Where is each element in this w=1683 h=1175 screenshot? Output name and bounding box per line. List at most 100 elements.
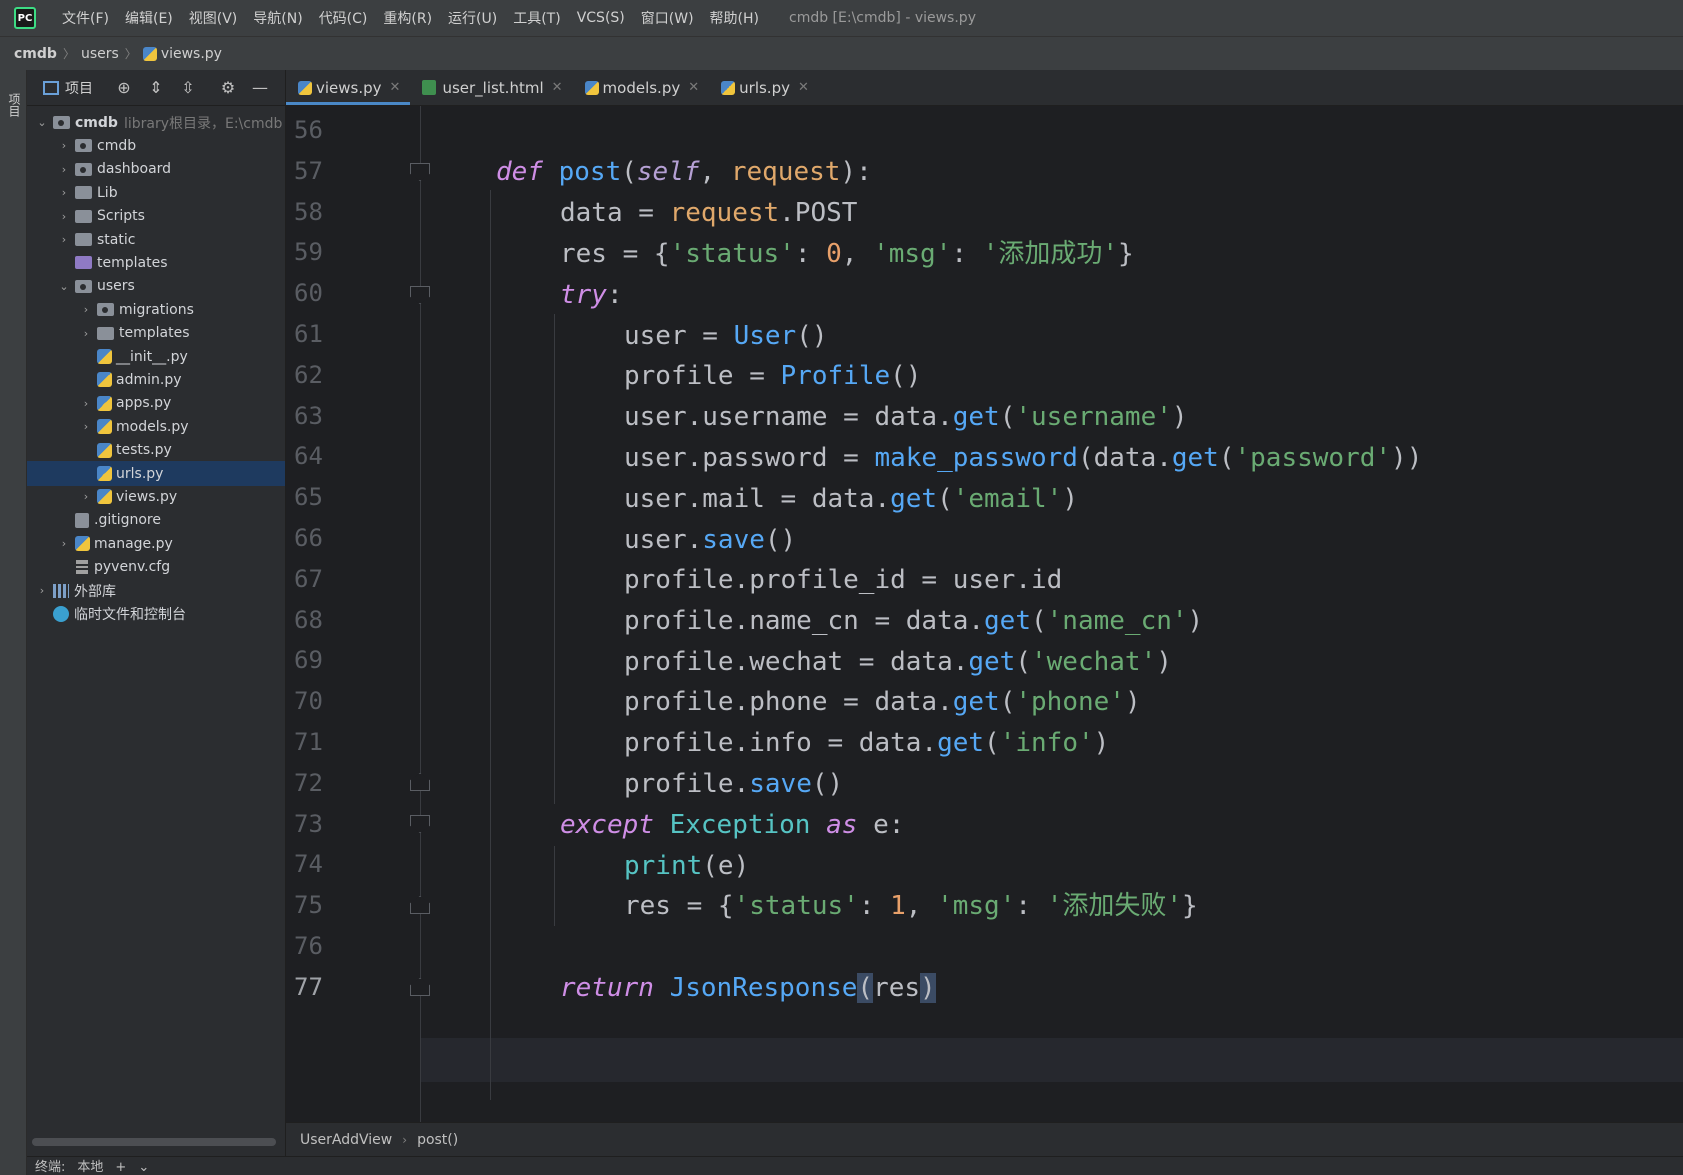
breadcrumb-file[interactable]: views.py (161, 46, 222, 62)
tab-models-py[interactable]: models.py ✕ (573, 70, 710, 105)
menu-code[interactable]: 代码(C) (311, 8, 376, 28)
chevron-right-icon[interactable]: › (57, 186, 71, 199)
python-file-icon (97, 466, 112, 481)
tree-item-label: pyvenv.cfg (94, 559, 171, 576)
line-number: 68 (294, 605, 323, 634)
minimize-icon[interactable]: — (251, 78, 269, 97)
folder-icon (75, 186, 92, 200)
pycharm-logo-icon[interactable]: PC (14, 7, 36, 29)
tree-item[interactable]: › templates (27, 321, 285, 346)
line-number: 73 (294, 809, 323, 838)
code-line-72: profile.save() (624, 769, 844, 799)
line-number: 74 (294, 850, 323, 879)
tree-item[interactable]: › manage.py (27, 531, 285, 556)
chevron-right-icon[interactable]: › (79, 490, 93, 503)
horizontal-scrollbar[interactable] (32, 1138, 276, 1146)
chevron-right-icon[interactable]: › (57, 163, 71, 176)
expand-all-icon[interactable]: ⇕ (147, 78, 165, 97)
chevron-right-icon[interactable]: › (35, 584, 49, 597)
crumb-class[interactable]: UserAddView (300, 1132, 392, 1148)
tree-item[interactable]: › apps.py (27, 391, 285, 416)
line-number: 71 (294, 728, 323, 756)
locate-icon[interactable]: ⊕ (115, 78, 133, 97)
close-icon[interactable]: ✕ (688, 80, 699, 95)
line-number: 66 (294, 524, 323, 552)
tree-item[interactable]: › static (27, 227, 285, 252)
chevron-right-icon[interactable]: › (57, 210, 71, 223)
menu-help[interactable]: 帮助(H) (702, 8, 767, 28)
chevron-right-icon[interactable]: › (57, 537, 71, 550)
line-number: 57 (294, 156, 323, 185)
tree-item[interactable]: › views.py (27, 484, 285, 509)
close-icon[interactable]: ✕ (798, 80, 809, 95)
tree-item-label: models.py (116, 418, 189, 435)
tree-item[interactable]: 临时文件和控制台 (27, 601, 285, 626)
chevron-down-icon[interactable]: ⌄ (57, 280, 71, 293)
breadcrumb-folder[interactable]: users (81, 46, 119, 62)
tree-item[interactable]: ⌄ cmdb library根目录，E:\cmdb (27, 110, 285, 135)
menu-view[interactable]: 视图(V) (181, 8, 246, 28)
tree-item[interactable]: › Lib (27, 180, 285, 205)
tree-item[interactable]: › cmdb (27, 133, 285, 158)
line-number: 67 (294, 564, 323, 593)
tree-item[interactable]: › models.py (27, 414, 285, 439)
menu-run[interactable]: 运行(U) (440, 8, 505, 28)
project-panel-title[interactable]: 项目 (65, 78, 93, 98)
breadcrumb-project[interactable]: cmdb (14, 46, 57, 62)
menu-bar: PC 文件(F) 编辑(E) 视图(V) 导航(N) 代码(C) 重构(R) 运… (0, 0, 1683, 36)
tab-urls-py[interactable]: urls.py ✕ (709, 70, 819, 105)
tree-item[interactable]: › dashboard (27, 157, 285, 182)
tree-item-path: library根目录，E:\cmdb (123, 115, 283, 132)
templates-folder-icon (75, 256, 92, 270)
crumb-method[interactable]: post() (417, 1132, 458, 1148)
tree-item-label: templates (97, 254, 168, 271)
chevron-right-icon[interactable]: › (79, 327, 93, 340)
collapse-all-icon[interactable]: ⇳ (179, 78, 197, 97)
chevron-right-icon[interactable]: › (57, 139, 71, 152)
tree-item[interactable]: › migrations (27, 297, 285, 322)
tree-item[interactable]: admin.py (27, 367, 285, 392)
tree-item[interactable]: pyvenv.cfg (27, 555, 285, 580)
chevron-down-icon[interactable]: ⌄ (138, 1160, 149, 1175)
tree-item[interactable]: __init__.py (27, 344, 285, 369)
tree-item[interactable]: › 外部库 (27, 578, 285, 603)
project-tool-button[interactable]: 项目 (3, 80, 23, 130)
chevron-right-icon[interactable]: › (57, 233, 71, 246)
close-icon[interactable]: ✕ (390, 80, 401, 95)
close-icon[interactable]: ✕ (552, 80, 563, 95)
menu-vcs[interactable]: VCS(S) (569, 10, 633, 26)
tree-item-label: cmdb (75, 114, 118, 131)
code-line-65: user.mail = data.get('email') (624, 484, 1078, 514)
menu-tools[interactable]: 工具(T) (505, 8, 568, 28)
code-editor[interactable]: 56 57 58 59 60 61 62 63 64 65 66 67 68 69 70 71 72 73 74 75… (286, 106, 1683, 1122)
line-number: 65 (294, 483, 323, 512)
menu-refactor[interactable]: 重构(R) (375, 8, 440, 28)
add-terminal-icon[interactable]: + (115, 1160, 126, 1175)
tab-user-list-html[interactable]: user_list.html ✕ (410, 70, 572, 105)
gear-icon[interactable]: ⚙ (219, 78, 237, 97)
tree-item-label: admin.py (116, 371, 182, 388)
chevron-right-icon[interactable]: › (79, 420, 93, 433)
menu-window[interactable]: 窗口(W) (633, 8, 702, 28)
python-file-icon (97, 372, 112, 388)
menu-file[interactable]: 文件(F) (54, 8, 117, 28)
python-file-icon (584, 80, 599, 95)
tree-item[interactable]: urls.py (27, 461, 285, 486)
tree-item[interactable]: ⌄ users (27, 274, 285, 299)
chevron-right-icon[interactable]: › (79, 397, 93, 410)
tree-item[interactable]: tests.py (27, 438, 285, 463)
chevron-right-icon[interactable]: › (79, 303, 93, 316)
tree-item[interactable]: › Scripts (27, 204, 285, 229)
folder-icon (75, 209, 92, 223)
menu-navigate[interactable]: 导航(N) (245, 8, 310, 28)
module-folder-icon (75, 139, 92, 153)
tree-item[interactable]: .gitignore (27, 508, 285, 533)
menu-edit[interactable]: 编辑(E) (117, 8, 181, 28)
tree-item-label: cmdb (97, 137, 137, 154)
tree-item-label: 临时文件和控制台 (74, 606, 186, 623)
tree-item[interactable]: templates (27, 250, 285, 275)
left-tool-strip: 项目 (0, 70, 27, 1175)
terminal-tab-local[interactable]: 本地 (77, 1157, 103, 1175)
chevron-down-icon[interactable]: ⌄ (35, 116, 49, 129)
tab-views-py[interactable]: views.py ✕ (286, 70, 411, 105)
